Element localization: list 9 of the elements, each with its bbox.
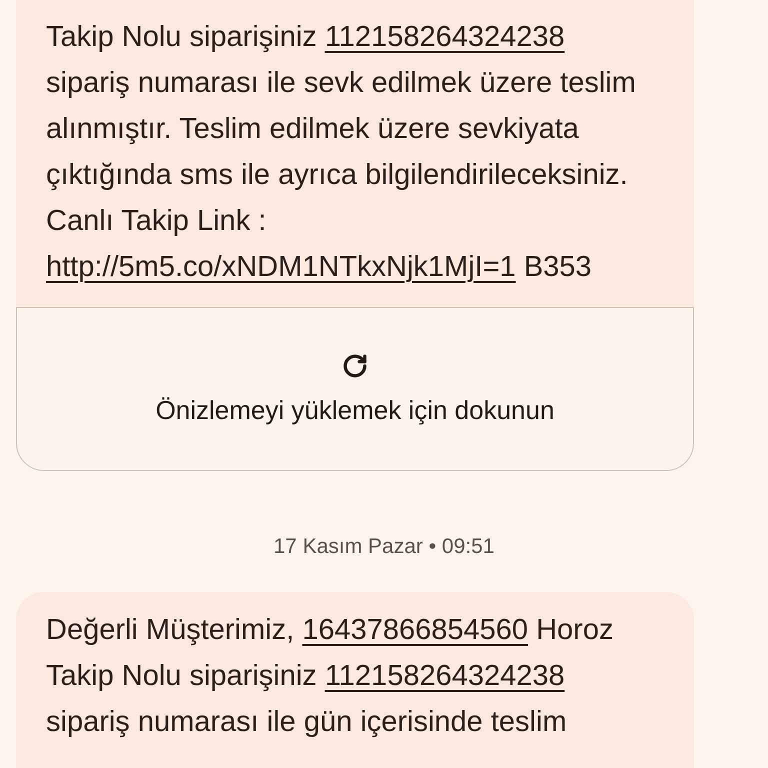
- refresh-icon: [342, 353, 368, 379]
- message-text: Takip Nolu siparişiniz 112158264324238 sipariş numarası ile sevk edilmek üzere teslim alınmıştır. Teslim edilmek üzere sevkiyata çıktığında sms ile ayrıca bilgilendirileceksiniz. Canlı Takip Link : http://5m5.co/xNDM1NTkxNjk1MjI=1 B353: [46, 20, 637, 285]
- message-text: Değerli Müşterimiz, 16437866854560 Horoz Takip Nolu siparişiniz 112158264324238 sipariş numarası ile gün içerisinde teslim: [46, 613, 614, 740]
- message-link[interactable]: http://5m5.co/xNDM1NTkxNjk1MjI=1: [46, 251, 516, 283]
- load-preview-button[interactable]: Önizlemeyi yüklemek için dokunun: [16, 307, 694, 471]
- message-link[interactable]: 112158264324238: [324, 660, 565, 692]
- message-link[interactable]: 112158264324238: [324, 21, 565, 53]
- message-link[interactable]: 16437866854560: [302, 614, 528, 646]
- date-divider: 17 Kasım Pazar • 09:51: [274, 534, 494, 560]
